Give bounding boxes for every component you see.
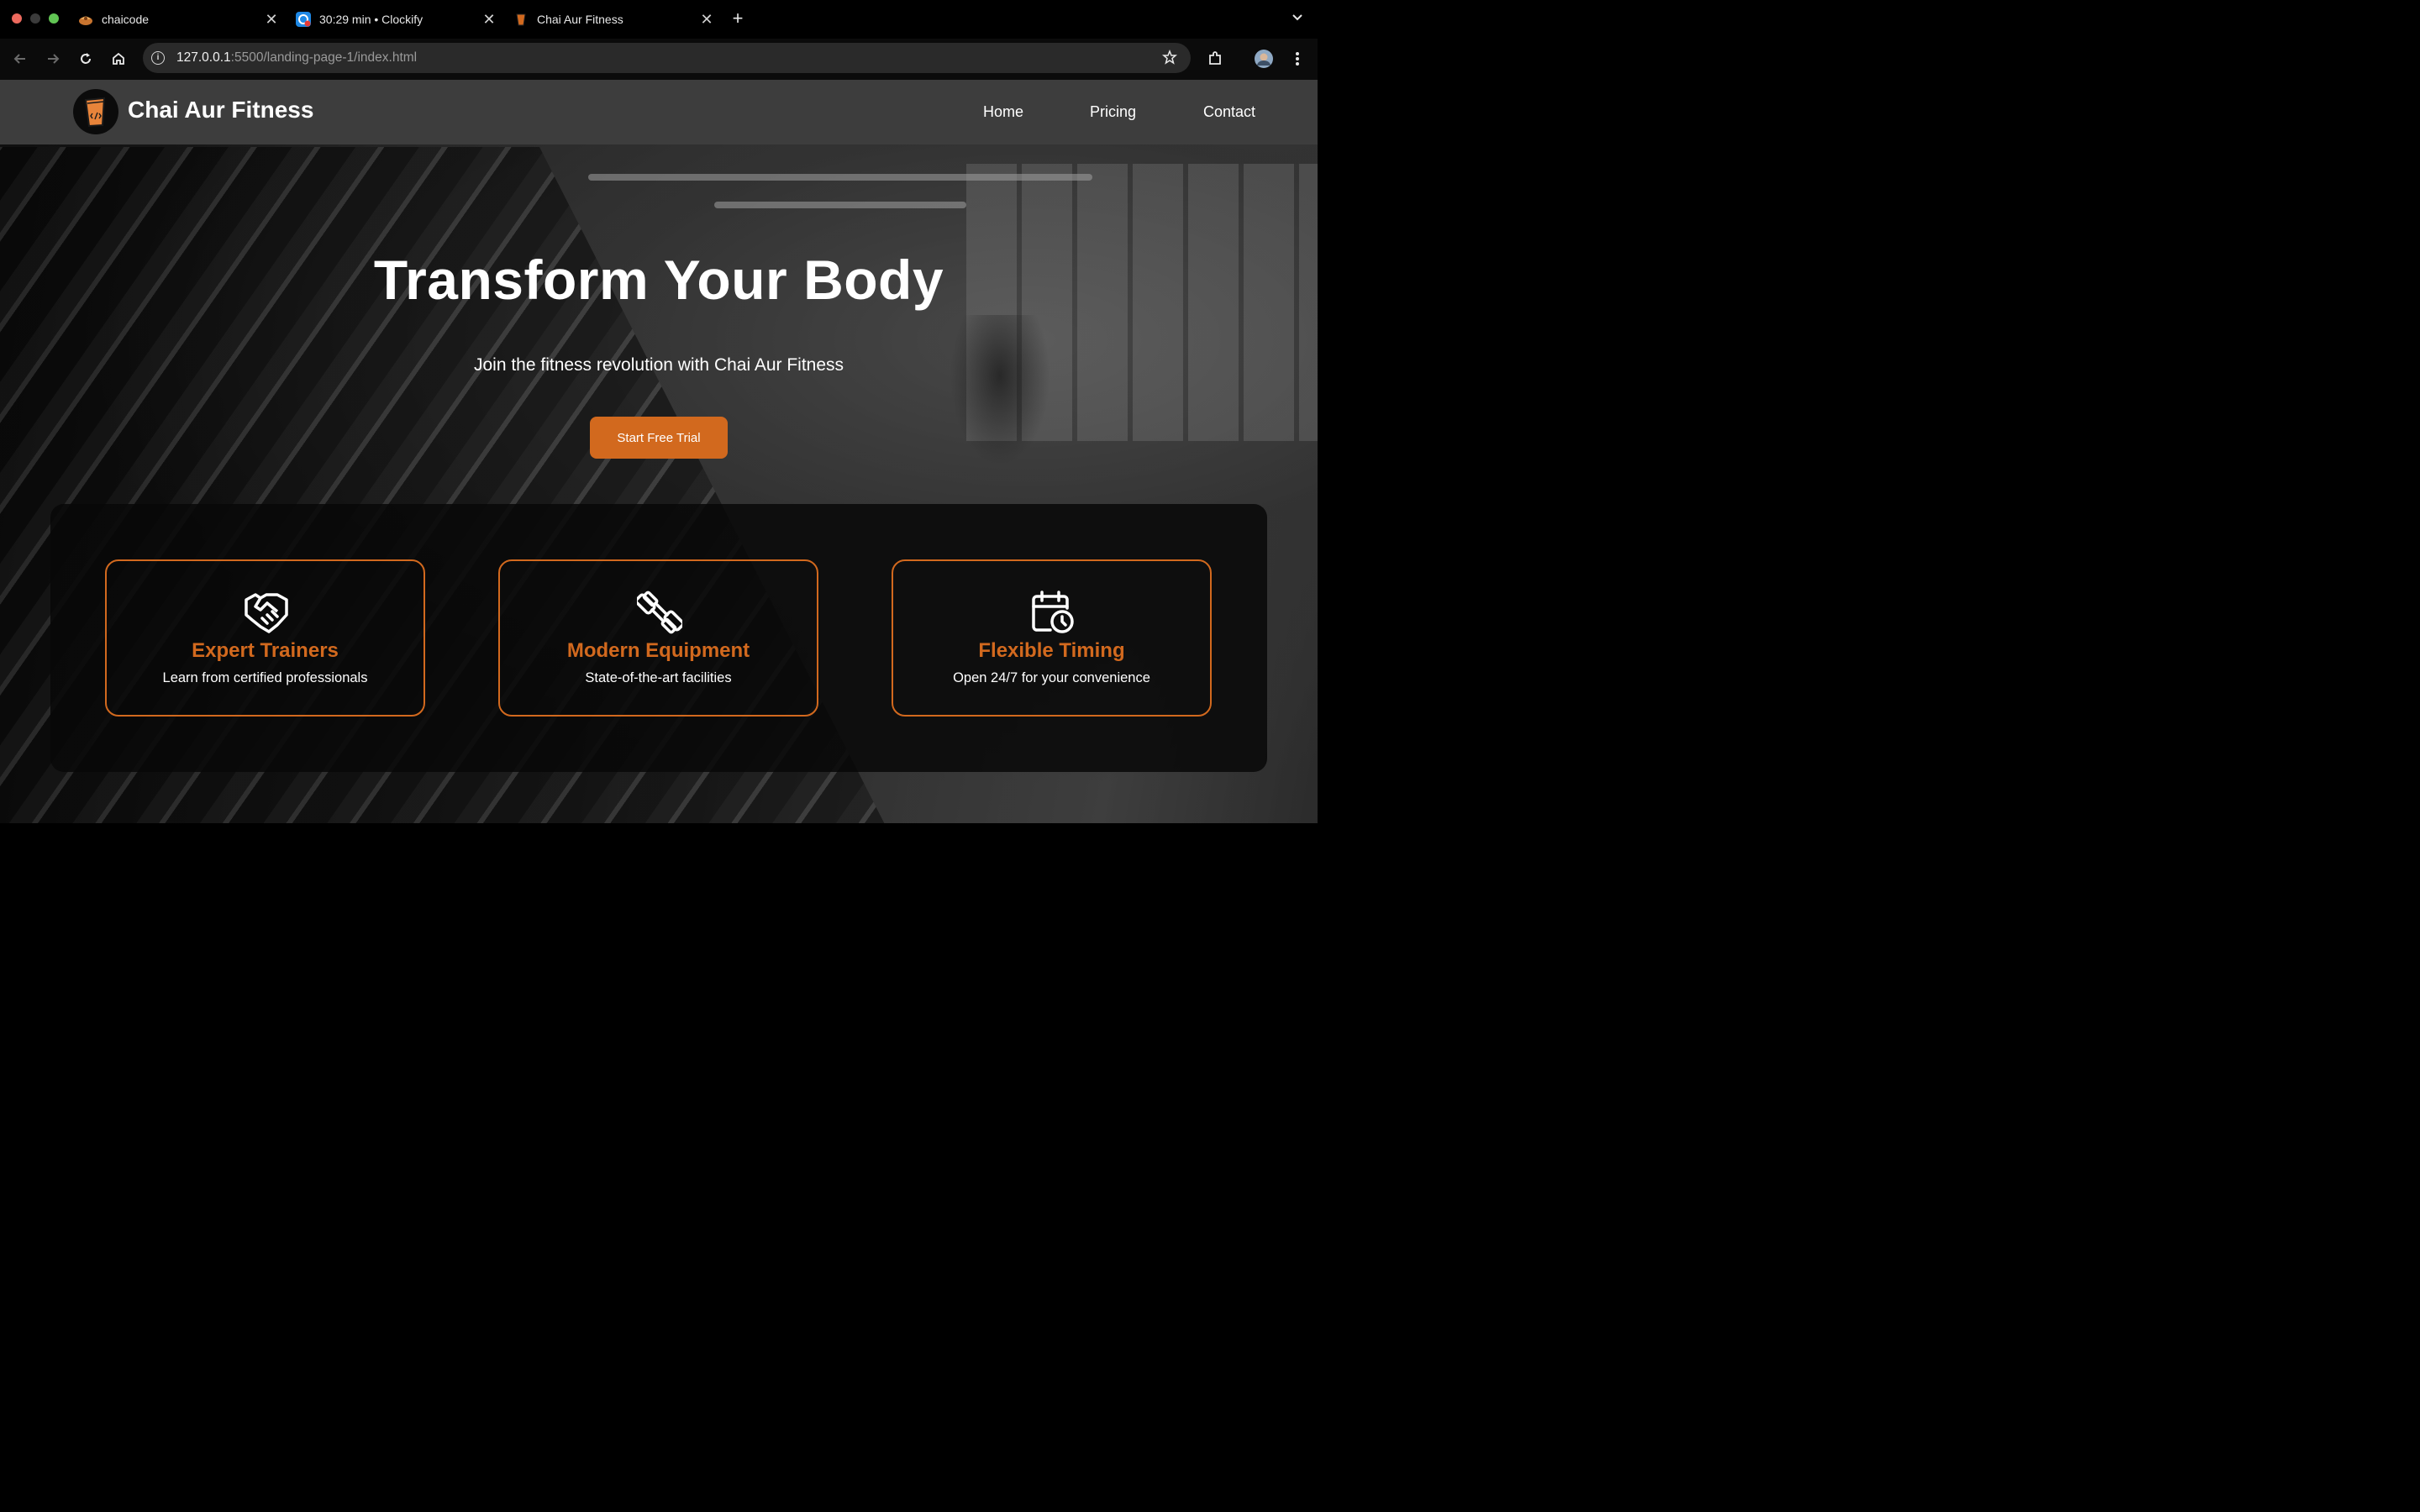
bookmark-star-icon[interactable] bbox=[1162, 49, 1177, 69]
reload-icon bbox=[81, 53, 91, 64]
home-icon bbox=[113, 52, 124, 65]
brand-name[interactable]: Chai Aur Fitness bbox=[128, 97, 313, 123]
feature-description: State-of-the-art facilities bbox=[585, 670, 732, 685]
feature-title: Expert Trainers bbox=[192, 639, 339, 662]
chai-cup-favicon-icon bbox=[513, 12, 529, 27]
tab-chaicode[interactable]: chaicode ✕ bbox=[70, 5, 283, 34]
chai-cup-logo-icon bbox=[84, 97, 106, 128]
feature-card-flexible-timing: Flexible Timing Open 24/7 for your conve… bbox=[892, 559, 1212, 717]
tab-title: 30:29 min • Clockify bbox=[319, 13, 424, 26]
tab-clockify[interactable]: 30:29 min • Clockify ✕ bbox=[287, 5, 501, 34]
avatar-icon bbox=[1255, 50, 1273, 68]
person-decor bbox=[950, 315, 1050, 466]
handshake-icon bbox=[244, 590, 289, 635]
address-bar[interactable]: i 127.0.0.1:5500/landing-page-1/index.ht… bbox=[143, 43, 1191, 73]
feature-title: Flexible Timing bbox=[978, 639, 1125, 662]
new-tab-button[interactable]: + bbox=[728, 7, 748, 30]
url-path: :5500/landing-page-1/index.html bbox=[230, 50, 418, 65]
nav-link-contact[interactable]: Contact bbox=[1203, 103, 1255, 121]
tab-title: chaicode bbox=[102, 13, 150, 26]
url-host: 127.0.0.1 bbox=[176, 50, 231, 65]
hero-title: Transform Your Body bbox=[373, 249, 944, 311]
ceiling-light-decor bbox=[588, 174, 1092, 181]
minimize-window-button[interactable] bbox=[30, 13, 40, 24]
reload-button[interactable] bbox=[74, 47, 97, 71]
hero-subtitle: Join the fitness revolution with Chai Au… bbox=[473, 355, 844, 375]
tab-bar: chaicode ✕ 30:29 min • Clockify ✕ Chai A… bbox=[0, 0, 1318, 39]
feature-description: Open 24/7 for your convenience bbox=[953, 670, 1150, 685]
calendar-clock-icon bbox=[1030, 590, 1076, 635]
home-button[interactable] bbox=[107, 47, 130, 71]
chevron-down-icon bbox=[1292, 14, 1302, 21]
extensions-button[interactable] bbox=[1203, 47, 1227, 71]
dumbbell-icon bbox=[634, 590, 685, 635]
tab-search-menu-button[interactable] bbox=[1289, 8, 1306, 29]
clockify-favicon-icon bbox=[296, 12, 311, 27]
tab-close-icon[interactable]: ✕ bbox=[695, 11, 718, 29]
more-vertical-icon bbox=[1296, 52, 1299, 66]
tab-close-icon[interactable]: ✕ bbox=[477, 11, 501, 29]
tab-chai-aur-fitness[interactable]: Chai Aur Fitness ✕ bbox=[505, 5, 718, 34]
browser-window: chaicode ✕ 30:29 min • Clockify ✕ Chai A… bbox=[0, 0, 1318, 823]
close-window-button[interactable] bbox=[12, 13, 22, 24]
puzzle-icon bbox=[1209, 51, 1221, 65]
tab-title: Chai Aur Fitness bbox=[537, 13, 623, 26]
profile-avatar[interactable] bbox=[1252, 47, 1276, 71]
start-free-trial-button[interactable]: Start Free Trial bbox=[590, 417, 728, 459]
maximize-window-button[interactable] bbox=[49, 13, 59, 24]
forward-button[interactable] bbox=[41, 47, 65, 71]
browser-menu-button[interactable] bbox=[1286, 47, 1309, 71]
ceiling-light-decor bbox=[714, 202, 966, 208]
feature-card-modern-equipment: Modern Equipment State-of-the-art facili… bbox=[498, 559, 818, 717]
url-text: 127.0.0.1:5500/landing-page-1/index.html bbox=[176, 50, 417, 66]
nav-link-home[interactable]: Home bbox=[983, 103, 1023, 121]
tab-close-icon[interactable]: ✕ bbox=[260, 11, 283, 29]
arrow-right-icon bbox=[48, 54, 60, 64]
feature-title: Modern Equipment bbox=[566, 639, 750, 662]
site-info-icon[interactable]: i bbox=[151, 51, 165, 65]
browser-toolbar: i 127.0.0.1:5500/landing-page-1/index.ht… bbox=[0, 39, 1318, 80]
chaicode-favicon-icon bbox=[78, 12, 93, 27]
features-section: Expert Trainers Learn from certified pro… bbox=[50, 504, 1267, 772]
feature-card-expert-trainers: Expert Trainers Learn from certified pro… bbox=[105, 559, 425, 717]
site-header: Chai Aur Fitness Home Pricing Contact bbox=[0, 80, 1318, 144]
arrow-left-icon bbox=[13, 54, 25, 64]
feature-description: Learn from certified professionals bbox=[162, 670, 368, 685]
logo[interactable] bbox=[73, 89, 118, 134]
back-button[interactable] bbox=[8, 47, 32, 71]
web-page: Chai Aur Fitness Home Pricing Contact Tr… bbox=[0, 80, 1318, 823]
nav-link-pricing[interactable]: Pricing bbox=[1090, 103, 1136, 121]
